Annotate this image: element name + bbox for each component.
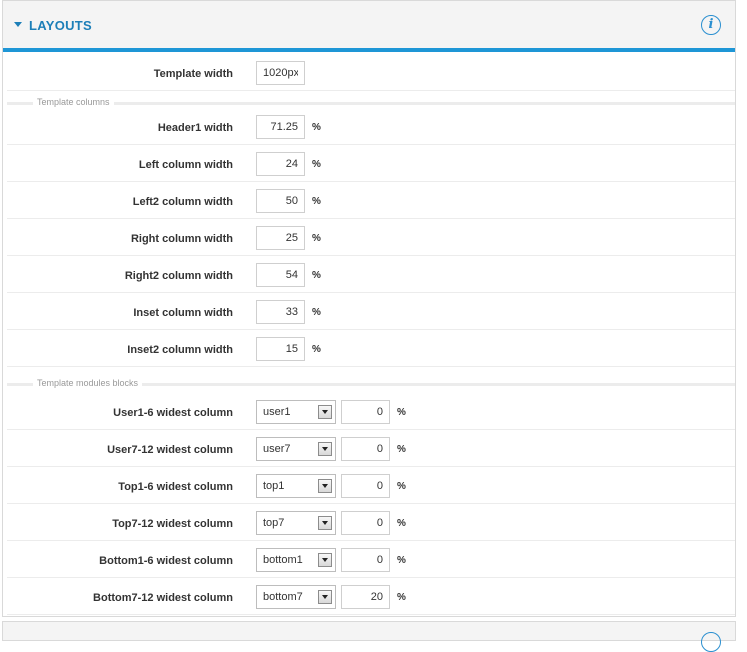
column-width-input[interactable] bbox=[256, 337, 305, 361]
module-position-select[interactable]: top1 bbox=[256, 474, 336, 498]
module-position-select[interactable]: bottom7 bbox=[256, 585, 336, 609]
module-block-label: User1-6 widest column bbox=[113, 407, 233, 419]
column-width-row: Header1 width% bbox=[7, 109, 735, 145]
column-width-label: Inset2 column width bbox=[127, 344, 233, 356]
template-modules-section: Template modules blocks bbox=[7, 378, 735, 388]
percent-unit: % bbox=[397, 407, 406, 418]
module-block-row: Bottom7-12 widest column bottom7% bbox=[7, 579, 735, 615]
chevron-down-icon[interactable] bbox=[318, 590, 332, 604]
module-block-label: Bottom1-6 widest column bbox=[99, 555, 233, 567]
column-width-label: Right column width bbox=[130, 233, 233, 245]
chevron-down-icon[interactable] bbox=[318, 553, 332, 567]
percent-unit: % bbox=[312, 344, 321, 355]
panel-header[interactable]: LAYOUTS i bbox=[3, 1, 735, 52]
column-width-input[interactable] bbox=[256, 300, 305, 324]
percent-unit: % bbox=[397, 592, 406, 603]
percent-unit: % bbox=[312, 122, 321, 133]
select-value: user7 bbox=[263, 443, 291, 455]
info-icon[interactable] bbox=[701, 632, 721, 652]
module-width-input[interactable] bbox=[341, 437, 390, 461]
section-title: Template columns bbox=[33, 97, 114, 107]
module-block-row: Bottom1-6 widest column bottom1% bbox=[7, 542, 735, 578]
column-width-row: Inset column width% bbox=[7, 294, 735, 330]
module-block-label: Top7-12 widest column bbox=[112, 518, 233, 530]
column-width-row: Left2 column width% bbox=[7, 183, 735, 219]
next-panel-header[interactable] bbox=[2, 621, 736, 652]
select-value: top7 bbox=[263, 517, 285, 529]
percent-unit: % bbox=[397, 518, 406, 529]
chevron-down-icon[interactable] bbox=[318, 442, 332, 456]
chevron-down-icon[interactable] bbox=[318, 516, 332, 530]
column-width-label: Left2 column width bbox=[132, 196, 233, 208]
template-columns-section: Template columns bbox=[7, 97, 735, 107]
percent-unit: % bbox=[312, 196, 321, 207]
percent-unit: % bbox=[397, 555, 406, 566]
layouts-panel: LAYOUTS i Template width Template column… bbox=[2, 0, 736, 617]
select-value: bottom7 bbox=[263, 591, 303, 603]
template-width-input[interactable] bbox=[256, 61, 305, 85]
percent-unit: % bbox=[312, 159, 321, 170]
column-width-input[interactable] bbox=[256, 263, 305, 287]
module-width-input[interactable] bbox=[341, 585, 390, 609]
percent-unit: % bbox=[312, 270, 321, 281]
module-block-label: Bottom7-12 widest column bbox=[93, 592, 233, 604]
select-value: bottom1 bbox=[263, 554, 303, 566]
module-block-row: Top1-6 widest column top1% bbox=[7, 468, 735, 504]
module-block-label: User7-12 widest column bbox=[107, 444, 233, 456]
column-width-input[interactable] bbox=[256, 152, 305, 176]
column-width-label: Header1 width bbox=[157, 122, 233, 134]
module-block-row: Top7-12 widest column top7% bbox=[7, 505, 735, 541]
template-width-row: Template width bbox=[7, 55, 735, 91]
info-icon[interactable]: i bbox=[701, 15, 721, 35]
module-width-input[interactable] bbox=[341, 511, 390, 535]
panel-title: LAYOUTS bbox=[29, 18, 93, 33]
module-block-row: User1-6 widest column user1% bbox=[7, 394, 735, 430]
section-title: Template modules blocks bbox=[33, 378, 143, 388]
template-width-label: Template width bbox=[153, 68, 233, 80]
column-width-label: Left column width bbox=[138, 159, 233, 171]
module-position-select[interactable]: bottom1 bbox=[256, 548, 336, 572]
column-width-row: Inset2 column width% bbox=[7, 331, 735, 367]
module-width-input[interactable] bbox=[341, 548, 390, 572]
percent-unit: % bbox=[397, 444, 406, 455]
chevron-down-icon[interactable] bbox=[318, 479, 332, 493]
percent-unit: % bbox=[312, 307, 321, 318]
column-width-input[interactable] bbox=[256, 115, 305, 139]
section-divider bbox=[7, 102, 735, 105]
column-width-row: Left column width% bbox=[7, 146, 735, 182]
column-width-label: Right2 column width bbox=[124, 270, 233, 282]
module-block-label: Top1-6 widest column bbox=[118, 481, 233, 493]
select-value: top1 bbox=[263, 480, 285, 492]
column-width-input[interactable] bbox=[256, 189, 305, 213]
column-width-input[interactable] bbox=[256, 226, 305, 250]
collapse-arrow-icon[interactable] bbox=[14, 22, 22, 27]
column-width-row: Right2 column width% bbox=[7, 257, 735, 293]
percent-unit: % bbox=[397, 481, 406, 492]
column-width-row: Right column width% bbox=[7, 220, 735, 256]
module-position-select[interactable]: user7 bbox=[256, 437, 336, 461]
select-value: user1 bbox=[263, 406, 291, 418]
module-block-row: User7-12 widest column user7% bbox=[7, 431, 735, 467]
module-width-input[interactable] bbox=[341, 474, 390, 498]
chevron-down-icon[interactable] bbox=[318, 405, 332, 419]
module-position-select[interactable]: user1 bbox=[256, 400, 336, 424]
percent-unit: % bbox=[312, 233, 321, 244]
module-width-input[interactable] bbox=[341, 400, 390, 424]
column-width-label: Inset column width bbox=[133, 307, 233, 319]
module-position-select[interactable]: top7 bbox=[256, 511, 336, 535]
